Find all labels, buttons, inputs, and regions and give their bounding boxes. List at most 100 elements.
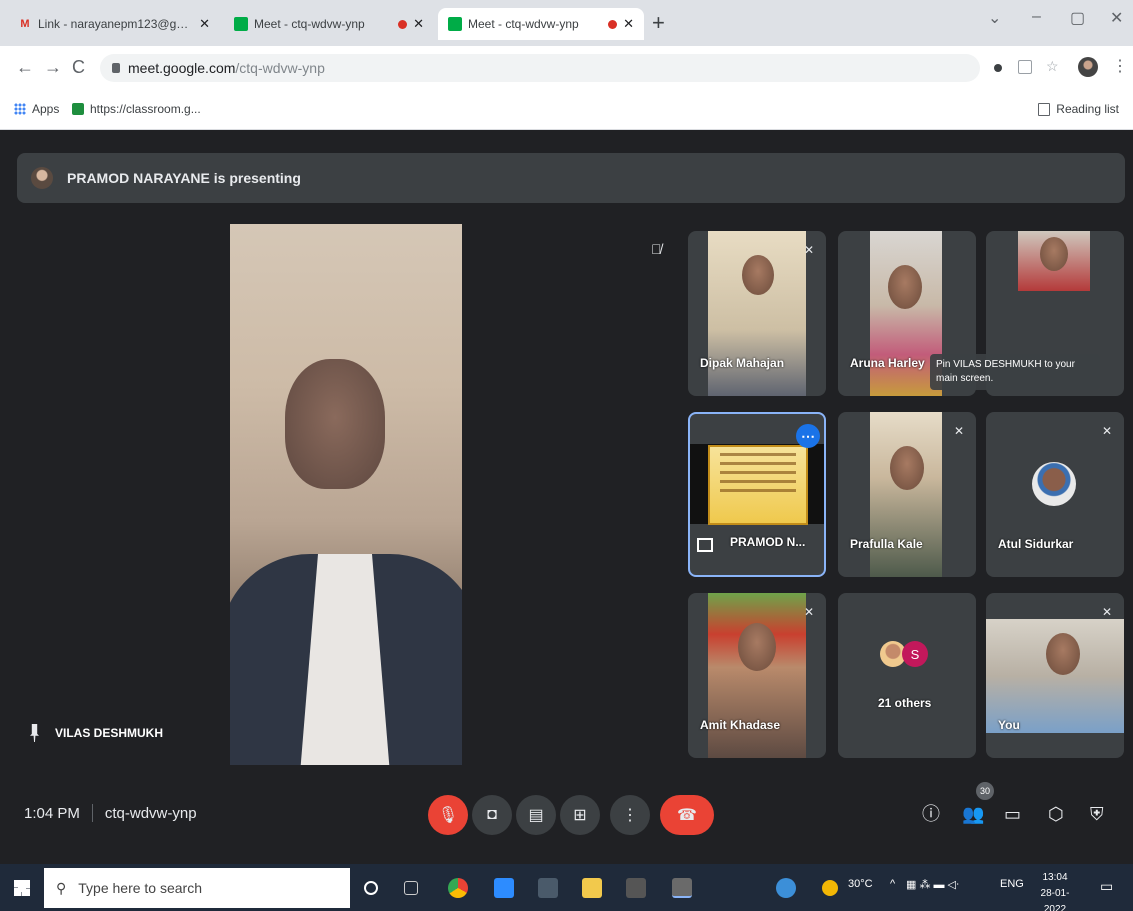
mic-off-icon: 🎙 (437, 807, 459, 824)
meeting-code: ctq-wdvw-ynp (104, 804, 197, 822)
more-options-icon[interactable]: ⋯ (796, 424, 820, 448)
presenting-banner: PRAMOD NARAYANE is presenting (17, 153, 1125, 203)
bookmark-classroom[interactable]: https://classroom.g... (72, 102, 201, 116)
back-button[interactable]: ← (16, 58, 34, 76)
participant-name: Dipak Mahajan (700, 356, 785, 370)
participant-face (742, 255, 774, 295)
tab-title: Meet - ctq-wdvw-ynp (468, 17, 579, 31)
forward-button[interactable]: → (44, 58, 62, 76)
close-window-button[interactable]: ✕ (1110, 8, 1123, 28)
participant-name: PRAMOD N... (730, 535, 806, 549)
activities-icon[interactable]: ⬡ (1048, 804, 1064, 824)
tab-title: Link - narayanepm123@gmail.c (38, 17, 194, 31)
weather-app-icon[interactable] (776, 878, 796, 898)
new-tab-button[interactable]: + (652, 12, 665, 34)
bookmark-star-icon[interactable]: ☆ (1046, 58, 1060, 74)
self-face (1046, 633, 1080, 675)
captions-button[interactable]: ▤ (516, 795, 556, 835)
bookmarks-bar: Apps https://classroom.g... Reading list (0, 90, 1133, 130)
mic-toggle-button[interactable]: 🎙 (428, 795, 468, 835)
chrome-icon[interactable] (448, 878, 468, 898)
end-call-button[interactable]: ☎ (660, 795, 714, 835)
mic-off-icon: ✕ (953, 424, 964, 438)
bookmark-label: https://classroom.g... (90, 102, 201, 116)
more-options-button[interactable]: ⋮ (610, 795, 650, 835)
language-indicator[interactable]: ENG (1000, 878, 1024, 890)
tab-search-icon[interactable]: ⌄ (988, 8, 1001, 28)
mic-off-icon: ✕ (803, 605, 814, 619)
pin-tooltip: Pin VILAS DESHMUKH to your main screen. (930, 354, 1100, 390)
cortana-icon[interactable] (364, 881, 378, 895)
self-tile[interactable]: ✕ You (986, 593, 1124, 758)
participant-tile[interactable]: ✕ Prafulla Kale (838, 412, 976, 577)
mic-off-icon: ✕ (1101, 424, 1112, 438)
reading-list-button[interactable]: Reading list (1038, 102, 1119, 116)
participant-name: Atul Sidurkar (998, 537, 1074, 551)
presentation-poster (708, 445, 808, 525)
chat-icon[interactable]: ▭ (1004, 804, 1021, 824)
clock-time: 13:04 (1042, 872, 1068, 883)
task-view-icon[interactable] (404, 881, 418, 895)
participant-tile[interactable]: ✕ Dipak Mahajan (688, 231, 826, 396)
tab-meet-2[interactable]: Meet - ctq-wdvw-ynp ✕ (438, 8, 644, 40)
clock-date: 28-01-2022 (1040, 888, 1070, 911)
mic-off-icon: 🎙̸ (651, 241, 662, 257)
close-tab-icon[interactable]: ✕ (199, 16, 210, 32)
mic-off-icon: ✕ (1101, 605, 1112, 619)
weather-temperature[interactable]: 30°C (848, 878, 873, 890)
recording-icon (608, 19, 618, 29)
recording-icon (398, 19, 408, 29)
search-placeholder: Type here to search (78, 880, 203, 896)
main-speaker-name: VILAS DESHMUKH (55, 726, 164, 740)
taskbar-clock[interactable]: 13:04 28-01-2022 (1030, 870, 1080, 911)
people-count-badge: 30 (976, 782, 994, 800)
people-icon[interactable]: 👥 (962, 804, 984, 824)
others-tile[interactable]: 21 others (838, 593, 976, 758)
close-tab-icon[interactable]: ✕ (413, 16, 424, 32)
presenting-text: PRAMOD NARAYANE is presenting (67, 170, 301, 186)
present-button[interactable]: ⊞ (560, 795, 600, 835)
host-controls-icon[interactable]: ⛨ (1090, 804, 1104, 824)
participant-name: Aruna Harley (850, 356, 925, 370)
maximize-button[interactable]: ▢ (1070, 8, 1085, 28)
present-icon: ⊞ (573, 807, 587, 824)
mic-off-icon: ✕ (803, 243, 814, 257)
participant-avatar (1032, 462, 1076, 506)
participant-tile[interactable]: ✕ Amit Khadase (688, 593, 826, 758)
calculator-icon[interactable] (538, 878, 558, 898)
reload-button[interactable]: C (72, 58, 85, 76)
participant-face (890, 446, 924, 490)
tray-overflow-icon[interactable]: ^ (890, 878, 895, 890)
windows-start-icon[interactable] (14, 880, 30, 896)
tab-gmail[interactable]: M Link - narayanepm123@gmail.c ✕ (8, 8, 220, 40)
notes-icon[interactable] (582, 878, 602, 898)
menu-icon[interactable]: ⋮ (1112, 56, 1128, 75)
zoom-icon[interactable] (494, 878, 514, 898)
close-tab-icon[interactable]: ✕ (623, 16, 634, 32)
main-speaker-video[interactable] (230, 224, 462, 765)
participant-tile[interactable]: ✕ Atul Sidurkar (986, 412, 1124, 577)
tab-meet-1[interactable]: Meet - ctq-wdvw-ynp ✕ (224, 8, 434, 40)
more-vert-icon: ⋮ (622, 807, 638, 824)
tab-title: Meet - ctq-wdvw-ynp (254, 17, 365, 31)
camera-app-icon[interactable] (626, 878, 646, 898)
meeting-details-icon[interactable]: ⓘ (922, 804, 940, 824)
bookmark-apps[interactable]: Apps (14, 102, 59, 116)
participant-video (708, 593, 806, 758)
minimize-button[interactable]: – (1032, 8, 1041, 26)
share-icon[interactable] (1018, 60, 1032, 74)
address-bar[interactable]: meet.google.com/ctq-wdvw-ynp (100, 54, 980, 82)
taskbar-search[interactable]: ⚲ Type here to search (44, 868, 350, 908)
camera-toggle-button[interactable]: ◘ (472, 795, 512, 835)
profile-avatar-icon[interactable] (1078, 57, 1098, 77)
hang-up-icon: ☎ (677, 807, 697, 824)
speaker-face (285, 359, 385, 489)
participant-name: You (998, 718, 1020, 732)
tray-icons[interactable]: ▦ ⁂ ▬ ◁ᐧ (906, 878, 959, 891)
meet-icon (448, 17, 462, 31)
current-time: 1:04 PM (24, 804, 80, 822)
camera-in-use-icon[interactable] (994, 64, 1002, 72)
paint-icon[interactable] (672, 878, 692, 898)
notifications-icon[interactable]: ▭ (1100, 878, 1113, 895)
meet-stage: PRAMOD NARAYANE is presenting 🎙̸ VILAS D… (0, 131, 1133, 864)
